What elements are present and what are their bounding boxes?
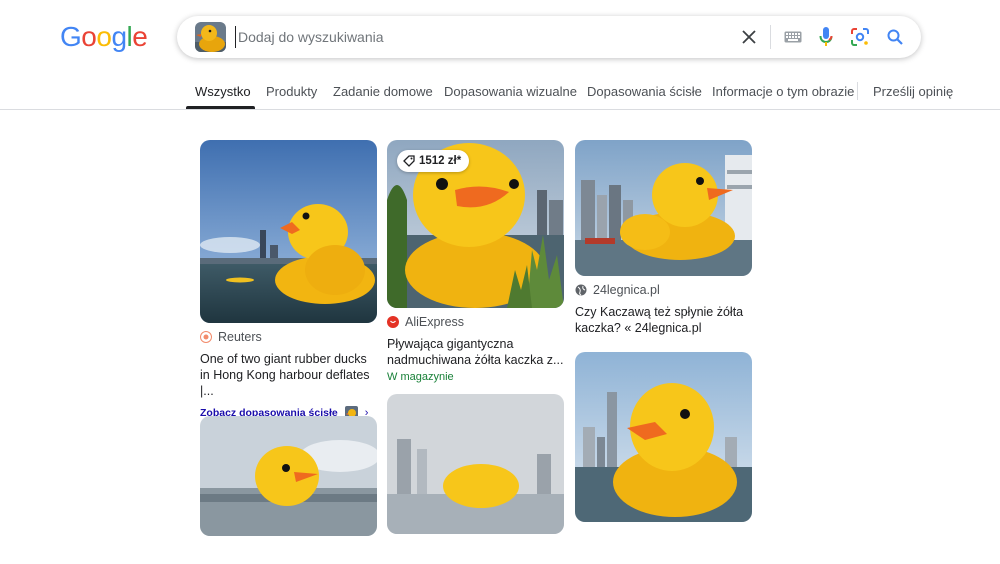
logo-letter: o [81, 21, 97, 52]
result-image[interactable] [200, 140, 377, 323]
tabs-divider [857, 82, 858, 100]
result-image[interactable] [387, 394, 564, 534]
result-title[interactable]: One of two giant rubber ducks in Hong Ko… [200, 351, 377, 399]
result-image[interactable] [575, 352, 752, 522]
result-card[interactable]: Reuters One of two giant rubber ducks in… [200, 140, 377, 419]
result-source[interactable]: Reuters [200, 329, 377, 345]
tab-wszystko[interactable]: Wszystko [195, 84, 251, 99]
result-source[interactable] [575, 528, 752, 544]
search-icon[interactable] [883, 25, 907, 49]
logo-letter: g [111, 21, 127, 52]
result-card[interactable] [200, 416, 377, 564]
price-value: 1512 zł* [419, 155, 462, 167]
tabs-bottom-border [0, 109, 1000, 110]
price-badge: 1512 zł* [397, 150, 470, 172]
tab-dopasowania-wizualne[interactable]: Dopasowania wizualne [444, 84, 577, 99]
results-tabs: Wszystko Produkty Zadanie domowe Dopasow… [0, 72, 1000, 110]
search-box[interactable] [177, 16, 921, 58]
stock-status: W magazynie [387, 371, 454, 383]
tab-zadanie-domowe[interactable]: Zadanie domowe [333, 84, 433, 99]
globe-icon [575, 284, 587, 296]
tab-informacje-o-obrazie[interactable]: Informacje o tym obrazie [712, 84, 854, 99]
result-image[interactable] [200, 416, 377, 536]
tab-produkty[interactable]: Produkty [266, 84, 317, 99]
reuters-favicon-icon [200, 331, 212, 343]
logo-letter: o [96, 21, 112, 52]
result-card[interactable]: 1512 zł* AliExpress Pływająca gigantyczn… [387, 140, 564, 383]
search-image-thumbnail[interactable] [195, 22, 226, 52]
result-source-name: 24legnica.pl [593, 283, 660, 297]
result-source[interactable] [387, 540, 564, 556]
microphone-icon[interactable] [814, 25, 838, 49]
result-source-name: Reuters [218, 330, 262, 344]
search-divider [770, 25, 771, 49]
logo-letter: G [60, 21, 82, 52]
search-input[interactable] [235, 26, 675, 48]
result-source[interactable] [200, 542, 377, 558]
result-image[interactable] [575, 140, 752, 276]
close-icon[interactable] [737, 25, 761, 49]
result-title[interactable]: Czy Kaczawą też spłynie żółta kaczka? « … [575, 304, 752, 336]
aliexpress-favicon-icon [387, 316, 399, 328]
result-card[interactable] [387, 394, 564, 562]
result-source-name: AliExpress [405, 315, 465, 329]
result-card[interactable]: 24legnica.pl Czy Kaczawą też spłynie żół… [575, 140, 752, 336]
result-title[interactable]: Pływająca gigantyczna nadmuchiwana żółta… [387, 336, 564, 368]
result-image[interactable]: 1512 zł* [387, 140, 564, 308]
keyboard-icon[interactable] [781, 25, 805, 49]
logo-letter: e [132, 21, 148, 52]
result-source[interactable]: 24legnica.pl [575, 282, 752, 298]
result-card[interactable] [575, 352, 752, 550]
header: Google [0, 0, 1000, 72]
result-source[interactable]: AliExpress [387, 314, 564, 330]
tab-dopasowania-scisle[interactable]: Dopasowania ścisłe [587, 84, 702, 99]
lens-icon[interactable] [848, 25, 872, 49]
tag-icon [403, 155, 415, 167]
feedback-link[interactable]: Prześlij opinię [873, 84, 953, 99]
google-logo[interactable]: Google [60, 20, 148, 54]
